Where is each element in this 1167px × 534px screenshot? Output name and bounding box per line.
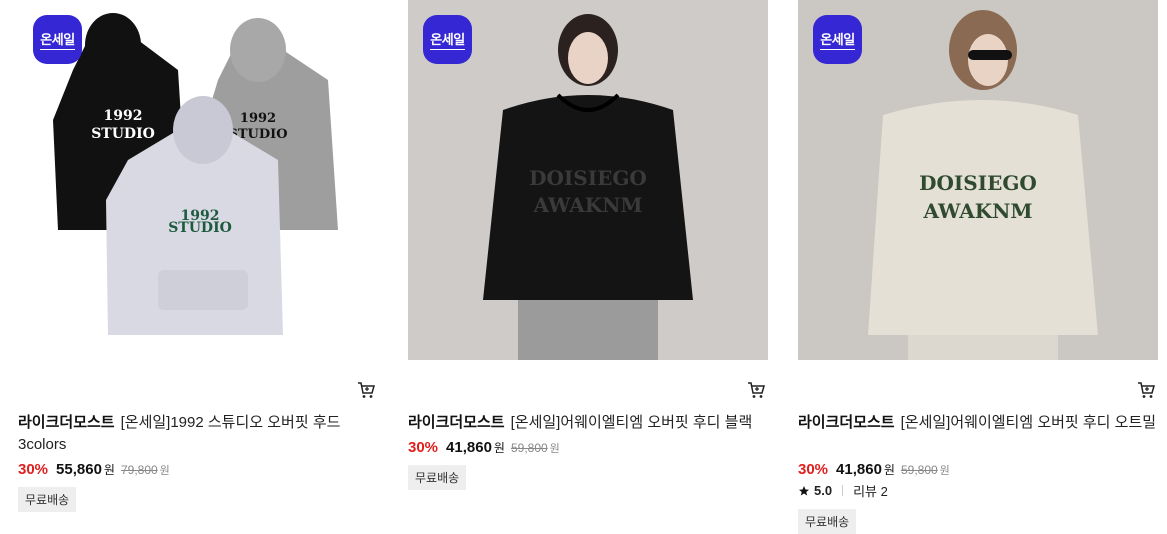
cart-icon[interactable]	[746, 380, 766, 400]
hoodie-print: DOISIEGO	[919, 171, 1037, 195]
brand-name[interactable]: 라이크더모스트	[798, 414, 895, 431]
product-name[interactable]: [온세일]어웨이엘티엠 오버핏 후디 블랙	[511, 414, 753, 431]
cart-icon[interactable]	[1136, 380, 1156, 400]
shipping-badge: 무료배송	[798, 509, 857, 534]
product-image[interactable]: DOISIEGO AWAKNM 온세일	[798, 0, 1158, 360]
product-title[interactable]: 라이크더모스트 [온세일]어웨이엘티엠 오버핏 후디 블랙	[408, 412, 768, 434]
divider	[842, 485, 844, 496]
sale-price: 41,860	[446, 439, 492, 456]
hoodie-print: 1992	[240, 111, 276, 126]
onsale-badge: 온세일	[423, 15, 472, 64]
star-icon	[799, 485, 809, 495]
price-row: 30% 41,860 원 59,800 원	[798, 461, 950, 478]
discount-rate: 30%	[798, 461, 829, 478]
review-count[interactable]: 리뷰 2	[853, 481, 888, 500]
cart-icon[interactable]	[356, 380, 376, 400]
price-row: 30% 41,860 원 59,800 원	[408, 439, 560, 456]
hoodie-print: DOISIEGO	[529, 166, 647, 190]
product-image[interactable]: DOISIEGO AWAKNM 온세일	[408, 0, 768, 360]
hoodie-print: AWAKNM	[922, 199, 1032, 223]
product-title[interactable]: 라이크더모스트 [온세일]어웨이엘티엠 오버핏 후디 오트밀	[798, 412, 1158, 434]
price-unit: 원	[103, 463, 115, 477]
original-price-unit: 원	[159, 465, 170, 477]
hoodie-print: STUDIO	[168, 220, 232, 236]
product-card[interactable]: DOISIEGO AWAKNM 온세일 라이크더모스트 [온세일]어웨이엘티엠 오…	[798, 0, 1158, 534]
shipping-badge: 무료배송	[18, 487, 77, 512]
product-name[interactable]: [온세일]어웨이엘티엠 오버핏 후디 오트밀	[901, 414, 1156, 431]
product-title[interactable]: 라이크더모스트 [온세일]1992 스튜디오 오버핏 후드 3colors	[18, 412, 378, 456]
price-row: 30% 55,860 원 79,800 원	[18, 461, 170, 478]
product-image[interactable]: 1992 STUDIO 1992 STUDIO 1992 STUDIO 온세일	[18, 0, 378, 360]
rating-row: 5.0 리뷰 2	[798, 481, 888, 500]
original-price: 79,800	[120, 463, 158, 477]
product-card[interactable]: DOISIEGO AWAKNM 온세일 라이크더모스트 [온세일]어웨이엘티엠 오…	[408, 0, 768, 490]
discount-rate: 30%	[18, 461, 49, 478]
onsale-badge: 온세일	[33, 15, 82, 64]
brand-name[interactable]: 라이크더모스트	[18, 414, 115, 431]
price-unit: 원	[493, 441, 505, 455]
rating-score: 5.0	[814, 483, 833, 498]
shipping-badge: 무료배송	[408, 465, 467, 490]
original-price-unit: 원	[549, 443, 560, 455]
onsale-badge: 온세일	[813, 15, 862, 64]
discount-rate: 30%	[408, 439, 439, 456]
hoodie-print: AWAKNM	[532, 193, 642, 217]
original-price: 59,800	[510, 441, 548, 455]
product-card[interactable]: 1992 STUDIO 1992 STUDIO 1992 STUDIO 온세일 …	[18, 0, 378, 512]
original-price-unit: 원	[939, 465, 950, 477]
price-unit: 원	[883, 463, 895, 477]
sale-price: 55,860	[56, 461, 102, 478]
brand-name[interactable]: 라이크더모스트	[408, 414, 505, 431]
hoodie-print: 1992	[104, 108, 143, 124]
sale-price: 41,860	[836, 461, 882, 478]
original-price: 59,800	[900, 463, 938, 477]
hoodie-print: STUDIO	[91, 126, 155, 142]
